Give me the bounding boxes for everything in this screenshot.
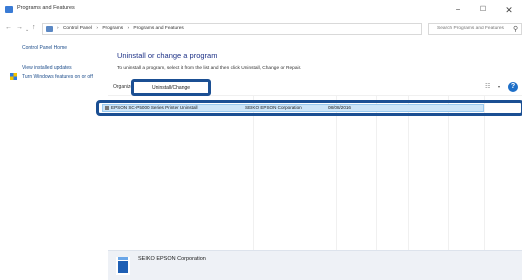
back-arrow-icon[interactable]: ← xyxy=(5,23,12,33)
breadcrumb-separator: › xyxy=(127,26,130,31)
recent-locations-chevron-icon[interactable]: ⌄ xyxy=(25,25,29,35)
view-dropdown-icon[interactable]: ▾ xyxy=(498,84,500,89)
address-field[interactable]: › Control Panel › Programs › Programs an… xyxy=(42,23,457,35)
program-list: EPSON SC-P5000 Series Printer Uninstall … xyxy=(96,96,522,250)
program-installed-date: 08/08/2016 xyxy=(328,105,351,110)
up-arrow-icon[interactable]: ↑ xyxy=(32,23,36,33)
control-panel-icon xyxy=(46,26,53,32)
details-pane: SEIKO EPSON Corporation xyxy=(108,250,522,280)
page-title: Uninstall or change a program xyxy=(117,51,218,60)
program-name: EPSON SC-P5000 Series Printer Uninstall xyxy=(111,105,198,110)
breadcrumb-separator: › xyxy=(96,26,98,31)
shield-icon xyxy=(10,73,17,80)
column-divider xyxy=(408,96,409,250)
control-panel-home-link[interactable]: Control Panel Home xyxy=(22,45,67,52)
breadcrumb-control-panel[interactable]: Control Panel xyxy=(63,26,92,31)
minimize-button[interactable]: − xyxy=(445,3,471,17)
turn-windows-features-link[interactable]: Turn Windows features on or off xyxy=(22,74,102,81)
selected-row-highlight[interactable]: EPSON SC-P5000 Series Printer Uninstall … xyxy=(96,100,522,116)
breadcrumb-programs-features[interactable]: Programs and Features xyxy=(133,26,183,31)
view-installed-updates-link[interactable]: View installed updates xyxy=(22,65,72,72)
maximize-button[interactable]: ☐ xyxy=(470,3,496,17)
breadcrumb: › Control Panel › Programs › Programs an… xyxy=(57,26,187,31)
sidebar: Control Panel Home View installed update… xyxy=(0,38,108,280)
close-button[interactable]: ✕ xyxy=(496,3,522,17)
installer-icon xyxy=(116,257,130,275)
uninstall-change-button[interactable]: Uninstall/Change xyxy=(131,79,211,96)
details-publisher: SEIKO EPSON Corporation xyxy=(138,256,206,262)
column-divider xyxy=(448,96,449,250)
breadcrumb-separator: › xyxy=(57,26,59,31)
command-bar: Organize Uninstall/Change ☷ ▾ ? xyxy=(108,79,522,96)
view-options-icon[interactable]: ☷ xyxy=(485,83,490,90)
printer-program-icon xyxy=(105,106,109,110)
forward-arrow-icon[interactable]: → xyxy=(16,23,23,33)
list-item[interactable]: EPSON SC-P5000 Series Printer Uninstall … xyxy=(99,103,521,113)
uninstall-change-label: Uninstall/Change xyxy=(151,85,191,91)
column-divider xyxy=(484,96,485,250)
column-divider xyxy=(253,96,254,250)
breadcrumb-programs[interactable]: Programs xyxy=(102,26,123,31)
help-icon[interactable]: ? xyxy=(508,82,518,92)
programs-features-icon xyxy=(5,6,13,13)
search-input[interactable] xyxy=(437,26,511,31)
title-bar: Programs and Features − ☐ ✕ xyxy=(0,0,522,20)
column-divider xyxy=(376,96,377,250)
column-divider xyxy=(336,96,337,250)
window-title: Programs and Features xyxy=(17,5,75,11)
page-description: To uninstall a program, select it from t… xyxy=(117,66,302,71)
search-box[interactable]: ⚲ xyxy=(428,23,522,35)
search-icon[interactable]: ⚲ xyxy=(513,25,518,33)
address-bar: ← → ⌄ ↑ › Control Panel › Programs › Pro… xyxy=(0,20,522,38)
program-publisher: SEIKO EPSON Corporation xyxy=(245,105,302,110)
main-content: Uninstall or change a program To uninsta… xyxy=(96,38,522,280)
